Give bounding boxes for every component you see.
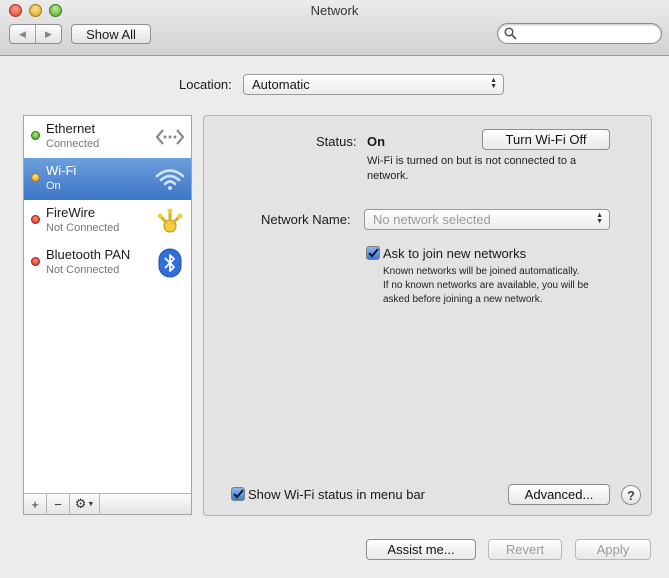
status-dot (31, 173, 40, 182)
popup-arrows-icon: ▲ ▼ (490, 77, 497, 90)
firewire-icon (154, 205, 186, 237)
service-status: Not Connected (46, 222, 120, 234)
back-button[interactable]: ◀ (10, 25, 35, 43)
apply-button[interactable]: Apply (575, 539, 651, 560)
location-popup[interactable]: Automatic ▲ ▼ (243, 74, 504, 95)
service-item-wifi[interactable]: Wi-Fi On (24, 158, 191, 200)
network-name-value: No network selected (373, 212, 491, 227)
status-description-line-1: Wi-Fi is turned on but is not connected … (367, 155, 577, 167)
gear-icon: ⚙ (74, 496, 87, 511)
forward-button[interactable]: ▶ (35, 25, 61, 43)
show-wifi-status-label[interactable]: Show Wi-Fi status in menu bar (248, 487, 425, 502)
back-arrow-icon: ◀ (19, 28, 26, 39)
show-all-button[interactable]: Show All (71, 24, 151, 44)
dropdown-arrow-icon: ▼ (87, 500, 95, 508)
service-item-firewire[interactable]: FireWire Not Connected (24, 200, 191, 242)
revert-button[interactable]: Revert (488, 539, 562, 560)
location-value: Automatic (252, 77, 310, 92)
wifi-icon (154, 163, 186, 195)
status-label: Status: (316, 134, 357, 149)
service-status: Not Connected (46, 264, 120, 276)
assist-me-button[interactable]: Assist me... (366, 539, 476, 560)
status-dot (31, 215, 40, 224)
ask-join-description-line-2: If no known networks are available, you … (383, 280, 589, 291)
checkmark-icon (232, 489, 244, 499)
add-service-button[interactable]: + (24, 494, 47, 514)
ask-to-join-label[interactable]: Ask to join new networks (383, 246, 526, 261)
service-status: On (46, 180, 61, 192)
status-dot (31, 257, 40, 266)
service-name: Wi-Fi (46, 163, 77, 178)
checkmark-icon (367, 248, 379, 258)
action-menu-button[interactable]: ⚙ ▼ (70, 494, 100, 514)
forward-arrow-icon: ▶ (45, 28, 52, 39)
remove-service-button[interactable]: − (47, 494, 70, 514)
service-list: Ethernet Connected Wi-Fi On FireWire Not… (23, 115, 192, 515)
ask-to-join-checkbox[interactable] (366, 246, 380, 260)
service-name: FireWire (46, 205, 96, 220)
detail-pane (203, 115, 652, 516)
service-name: Ethernet (46, 121, 96, 136)
ask-join-description-line-1: Known networks will be joined automatica… (383, 266, 580, 277)
advanced-button[interactable]: Advanced... (508, 484, 610, 505)
service-status: Connected (46, 138, 100, 150)
popup-arrows-icon: ▲ ▼ (596, 212, 603, 225)
location-label: Location: (179, 77, 232, 92)
service-name: Bluetooth PAN (46, 247, 131, 262)
status-dot (31, 131, 40, 140)
network-name-popup[interactable]: No network selected ▲ ▼ (364, 209, 610, 230)
window-title: Network (310, 3, 359, 18)
ethernet-icon (154, 121, 186, 153)
search-icon (504, 27, 517, 40)
turn-wifi-off-button[interactable]: Turn Wi-Fi Off (482, 129, 610, 150)
status-value: On (367, 134, 386, 149)
window-toolbar: Network ◀ ▶ Show All (0, 0, 669, 56)
search-field[interactable] (497, 23, 662, 44)
show-wifi-status-checkbox[interactable] (231, 487, 245, 501)
service-list-controls: + − ⚙ ▼ (24, 493, 191, 514)
ask-join-description-line-3: asked before joining a new network. (383, 294, 543, 305)
service-item-ethernet[interactable]: Ethernet Connected (24, 116, 191, 158)
network-name-label: Network Name: (261, 212, 351, 227)
service-item-bluetooth-pan[interactable]: Bluetooth PAN Not Connected (24, 242, 191, 284)
status-description-line-2: network. (367, 170, 409, 182)
back-forward-control: ◀ ▶ (9, 24, 62, 44)
help-button[interactable]: ? (621, 485, 641, 505)
bluetooth-icon (154, 247, 186, 279)
